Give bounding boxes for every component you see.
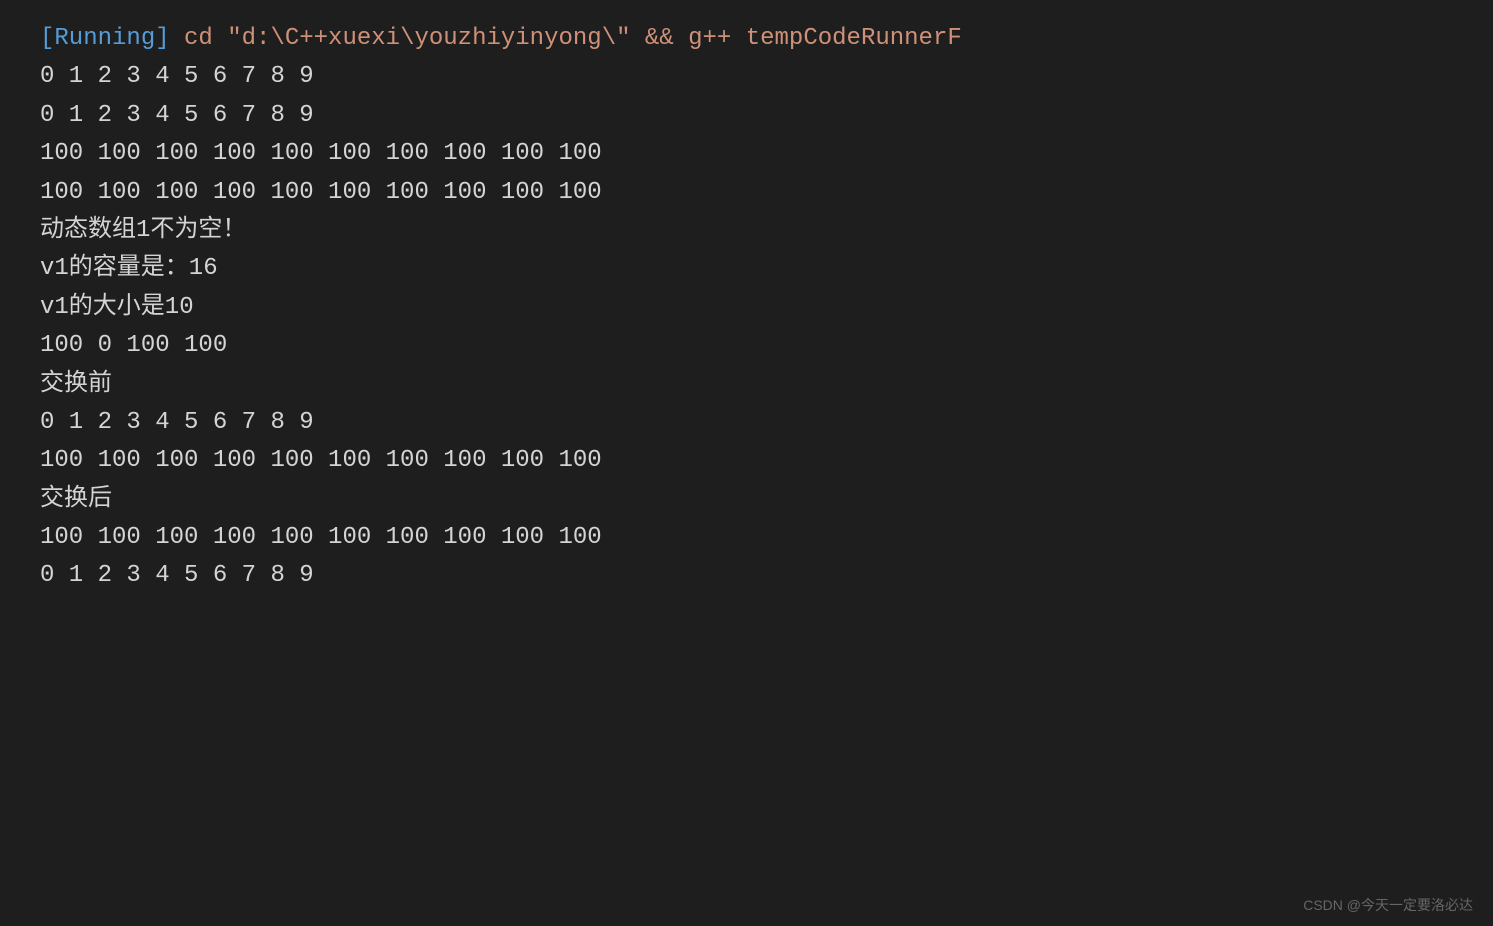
output-line: 0 1 2 3 4 5 6 7 8 9 <box>40 404 1453 442</box>
output-line: 交换前 <box>40 366 1453 404</box>
output-line: 100 100 100 100 100 100 100 100 100 100 <box>40 174 1453 212</box>
watermark-text: CSDN @今天一定要洛必达 <box>1303 894 1473 916</box>
output-line: 0 1 2 3 4 5 6 7 8 9 <box>40 58 1453 96</box>
output-line: 100 0 100 100 <box>40 327 1453 365</box>
output-line: 0 1 2 3 4 5 6 7 8 9 <box>40 97 1453 135</box>
output-line: 100 100 100 100 100 100 100 100 100 100 <box>40 135 1453 173</box>
output-line: 100 100 100 100 100 100 100 100 100 100 <box>40 519 1453 557</box>
output-line: 100 100 100 100 100 100 100 100 100 100 <box>40 442 1453 480</box>
output-line: 0 1 2 3 4 5 6 7 8 9 <box>40 557 1453 595</box>
output-line: v1的大小是10 <box>40 289 1453 327</box>
running-status-label: [Running] <box>40 25 170 52</box>
terminal-command-line: [Running] cd "d:\C++xuexi\youzhiyinyong\… <box>40 20 1453 58</box>
output-line: 动态数组1不为空！ <box>40 212 1453 250</box>
output-line: v1的容量是：16 <box>40 250 1453 288</box>
command-text: cd "d:\C++xuexi\youzhiyinyong\" && g++ t… <box>170 25 962 52</box>
output-line: 交换后 <box>40 481 1453 519</box>
